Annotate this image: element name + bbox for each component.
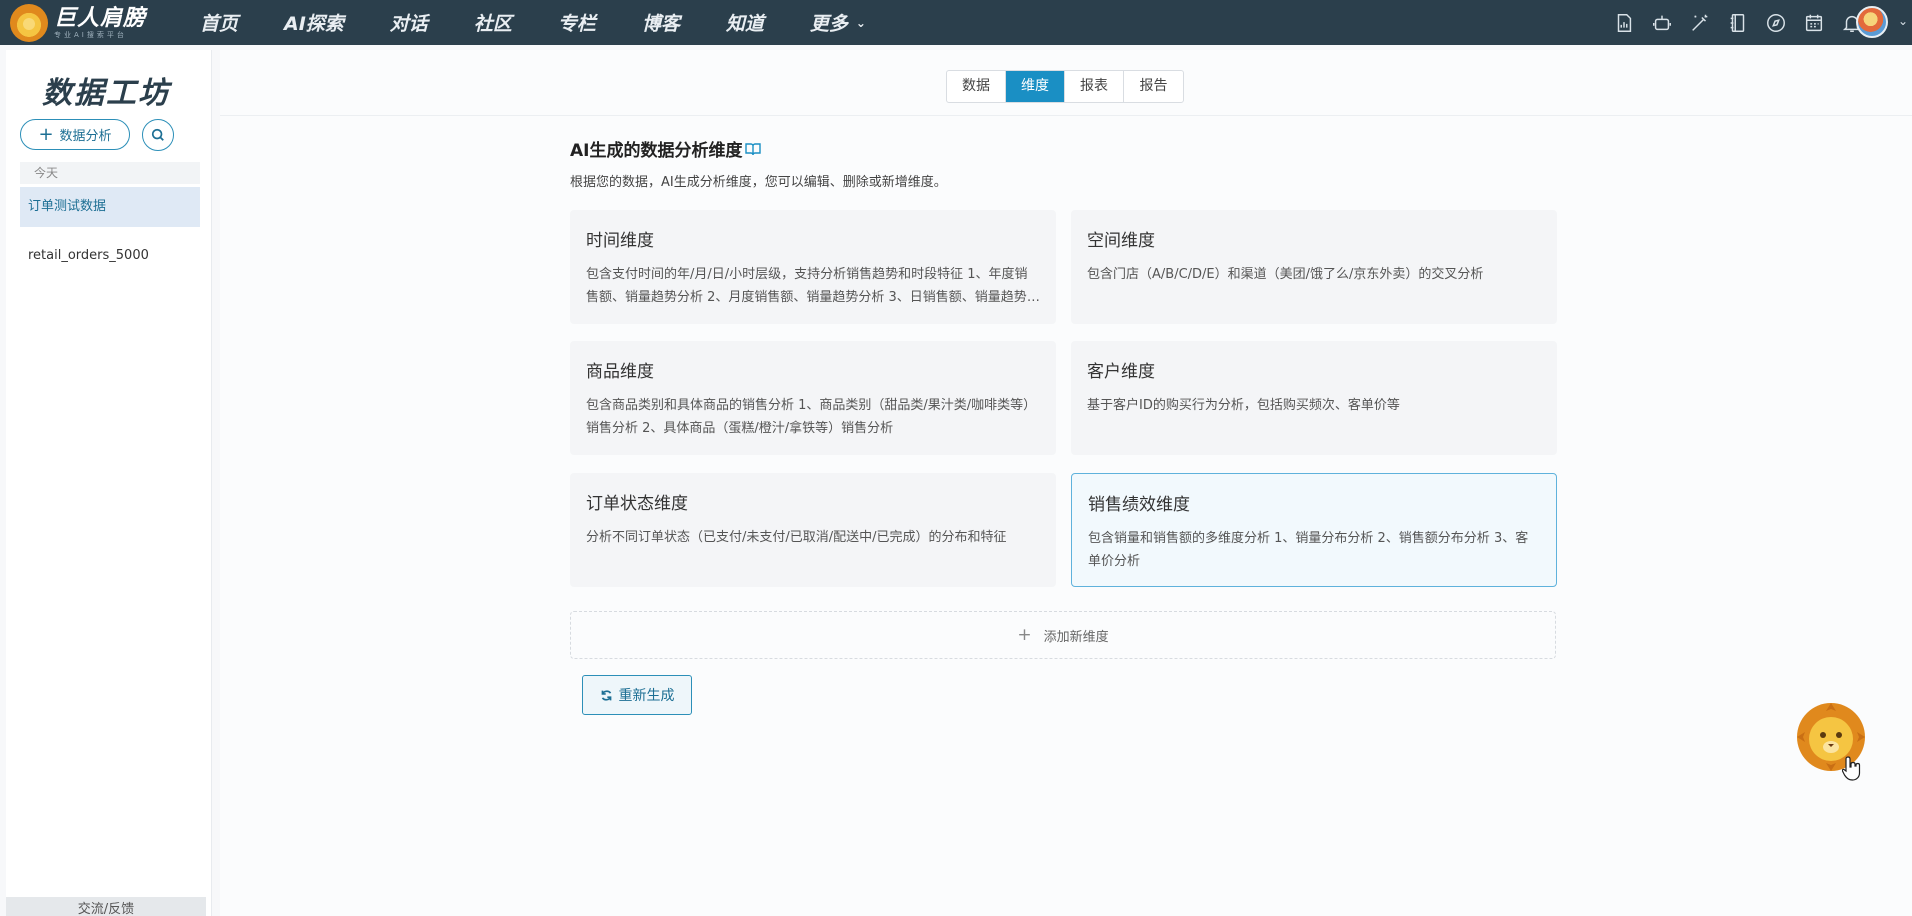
- dimension-card-product[interactable]: 商品维度 包含商品类别和具体商品的销售分析 1、商品类别（甜品类/果汁类/咖啡类…: [570, 341, 1056, 455]
- nav-item-community[interactable]: 社区: [474, 9, 512, 36]
- dimension-card-desc: 基于客户ID的购买行为分析，包括购买频次、客单价等: [1087, 398, 1400, 413]
- dimension-card-order-status[interactable]: 订单状态维度 分析不同订单状态（已支付/未支付/已取消/配送中/已完成）的分布和…: [570, 473, 1056, 587]
- sidebar-item-order-test-data[interactable]: 订单测试数据: [20, 187, 200, 227]
- dimension-card-title: 商品维度: [586, 362, 654, 382]
- lion-logo-icon: [10, 3, 48, 42]
- dimension-card-title: 订单状态维度: [586, 494, 688, 514]
- view-tabs: 数据 维度 报表 报告: [946, 70, 1184, 103]
- book-icon[interactable]: [744, 141, 762, 157]
- site-logo[interactable]: 巨人肩膀 专业AI搜索平台: [10, 3, 180, 42]
- tabs-divider: [220, 115, 1912, 116]
- refresh-icon: [601, 689, 611, 701]
- dimension-card-desc: 包含商品类别和具体商品的销售分析 1、商品类别（甜品类/果汁类/咖啡类等）销售分…: [586, 398, 1037, 436]
- tab-report-table[interactable]: 报表: [1065, 71, 1124, 102]
- plus-icon: +: [38, 124, 54, 145]
- sidebar: 数据工坊 + 数据分析 今天 订单测试数据 retail_orders_5000: [6, 50, 212, 916]
- tab-data[interactable]: 数据: [947, 71, 1006, 102]
- dimension-card-space[interactable]: 空间维度 包含门店（A/B/C/D/E）和渠道（美团/饿了么/京东外卖）的交叉分…: [1071, 210, 1557, 324]
- nav-item-chat[interactable]: 对话: [390, 9, 428, 36]
- dimension-card-customer[interactable]: 客户维度 基于客户ID的购买行为分析，包括购买频次、客单价等: [1071, 341, 1557, 455]
- nav-item-home[interactable]: 首页: [200, 9, 238, 36]
- nav-item-zhidao[interactable]: 知道: [726, 9, 764, 36]
- tab-report[interactable]: 报告: [1124, 71, 1183, 102]
- add-dimension-label: 添加新维度: [1043, 629, 1109, 645]
- logo-subtitle: 专业AI搜索平台: [54, 30, 127, 39]
- section-title-text: AI生成的数据分析维度: [570, 141, 743, 161]
- dimension-card-title: 时间维度: [586, 231, 654, 251]
- feedback-button[interactable]: 交流/反馈: [6, 897, 206, 916]
- dimension-card-time[interactable]: 时间维度 包含支付时间的年/月/日/小时层级，支持分析销售趋势和时段特征 1、年…: [570, 210, 1056, 324]
- logo-title: 巨人肩膀: [54, 5, 147, 31]
- new-analysis-button[interactable]: + 数据分析: [20, 119, 130, 150]
- dimension-card-desc: 包含支付时间的年/月/日/小时层级，支持分析销售趋势和时段特征 1、年度销售额、…: [586, 267, 1040, 305]
- dimension-card-title: 客户维度: [1087, 362, 1155, 382]
- notebook-icon[interactable]: [1726, 11, 1750, 35]
- user-avatar[interactable]: [1856, 6, 1888, 38]
- nav-item-more[interactable]: 更多 ⌄: [810, 9, 866, 36]
- regenerate-button[interactable]: 重新生成: [582, 675, 692, 715]
- sidebar-item-retail-orders[interactable]: retail_orders_5000: [20, 236, 200, 276]
- avatar-chevron-down-icon[interactable]: ⌄: [1898, 14, 1908, 28]
- sidebar-search-button[interactable]: [142, 119, 174, 151]
- dimension-card-desc: 包含门店（A/B/C/D/E）和渠道（美团/饿了么/京东外卖）的交叉分析: [1087, 267, 1484, 282]
- compass-icon[interactable]: [1764, 11, 1788, 35]
- hand-cursor-icon: [1842, 756, 1861, 781]
- robot-icon[interactable]: [1650, 11, 1674, 35]
- nav-item-more-label: 更多: [809, 13, 848, 35]
- dimension-card-title: 销售绩效维度: [1088, 495, 1190, 515]
- main-nav: 首页 AI探索 对话 社区 专栏 博客 知道 更多 ⌄: [200, 9, 912, 36]
- new-analysis-label: 数据分析: [59, 129, 112, 144]
- sidebar-group-today: 今天: [20, 162, 200, 184]
- main-content: 数据 维度 报表 报告 AI生成的数据分析维度 根据您的数据，AI生成分析维度，…: [220, 50, 1912, 916]
- section-description: 根据您的数据，AI生成分析维度，您可以编辑、删除或新增维度。: [570, 175, 947, 190]
- report-icon[interactable]: [1612, 11, 1636, 35]
- plus-icon: +: [1017, 625, 1032, 645]
- add-dimension-button[interactable]: + 添加新维度: [570, 611, 1556, 659]
- magic-wand-icon[interactable]: [1688, 11, 1712, 35]
- search-icon: [151, 128, 164, 141]
- calendar-icon[interactable]: [1802, 11, 1826, 35]
- nav-item-blog[interactable]: 博客: [642, 9, 680, 36]
- dimension-card-sales-performance[interactable]: 销售绩效维度 包含销量和销售额的多维度分析 1、销量分布分析 2、销售额分布分析…: [1071, 473, 1557, 587]
- regenerate-label: 重新生成: [618, 688, 675, 704]
- sidebar-title: 数据工坊: [42, 76, 170, 111]
- chevron-down-icon: ⌄: [855, 15, 866, 30]
- tab-dimension[interactable]: 维度: [1006, 71, 1065, 102]
- nav-icon-bar: [1598, 0, 1864, 45]
- section-title: AI生成的数据分析维度: [570, 136, 762, 161]
- dimension-card-desc: 分析不同订单状态（已支付/未支付/已取消/配送中/已完成）的分布和特征: [586, 530, 1007, 545]
- nav-item-ai-explore[interactable]: AI探索: [284, 9, 344, 36]
- dimension-card-desc: 包含销量和销售额的多维度分析 1、销量分布分析 2、销售额分布分析 3、客单价分…: [1088, 531, 1529, 569]
- top-nav: 巨人肩膀 专业AI搜索平台 首页 AI探索 对话 社区 专栏 博客 知道 更多 …: [0, 0, 1912, 45]
- dimension-card-title: 空间维度: [1087, 231, 1155, 251]
- nav-item-column[interactable]: 专栏: [558, 9, 596, 36]
